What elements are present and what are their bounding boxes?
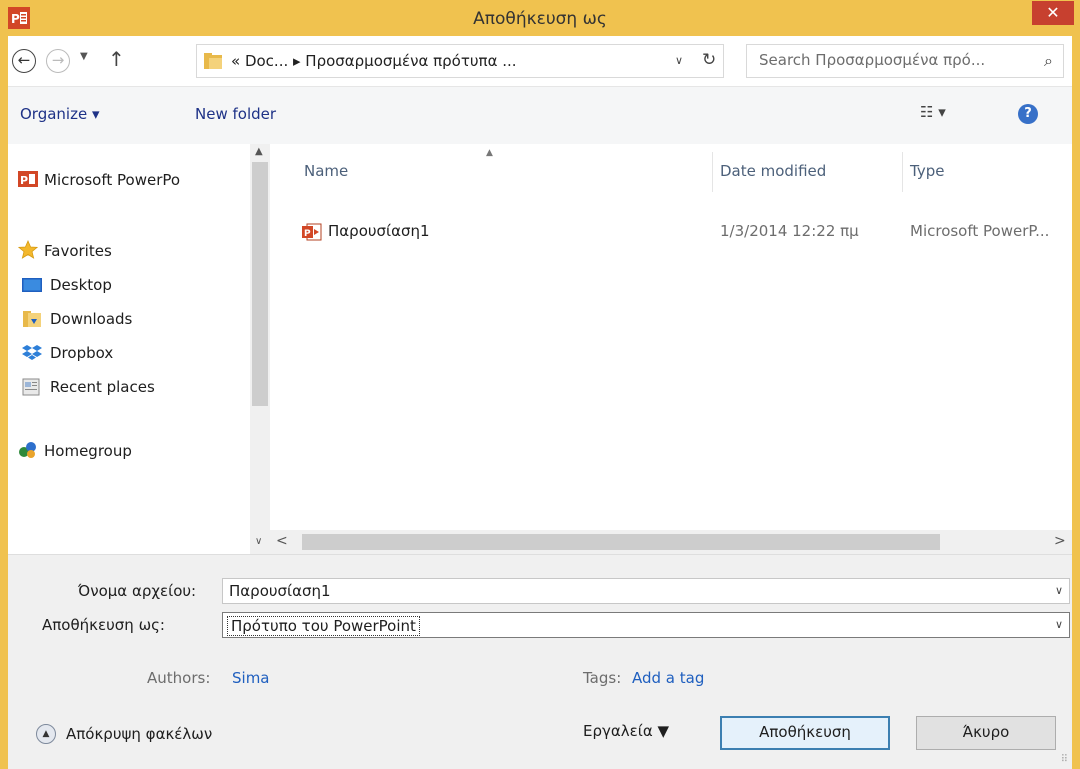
sidebar-item-powerpoint[interactable]: Microsoft PowerPo xyxy=(44,171,180,189)
save-as-type-label: Αποθήκευση ως: xyxy=(42,616,165,634)
scrollbar-thumb[interactable] xyxy=(302,534,940,550)
horizontal-scrollbar[interactable]: < > xyxy=(270,530,1072,554)
chevron-down-icon[interactable]: ∨ xyxy=(1055,584,1063,597)
hide-folders-label: Απόκρυψη φακέλων xyxy=(66,725,213,743)
column-header-type[interactable]: Type xyxy=(910,162,944,180)
help-icon[interactable]: ? xyxy=(1018,104,1038,124)
file-list: ▲ Name Date modified Type P Παρουσίαση1 … xyxy=(270,144,1072,554)
tools-button[interactable]: Εργαλεία ▼ xyxy=(583,722,669,740)
close-button[interactable]: ✕ xyxy=(1032,1,1074,25)
dialog-body: ← → ▼ ↑ « Doc... ▸ Προσαρμοσμένα πρότυπα… xyxy=(8,36,1072,769)
hide-folders-button[interactable]: ▲ Απόκρυψη φακέλων xyxy=(36,724,213,744)
file-date: 1/3/2014 12:22 πμ xyxy=(720,222,859,240)
filename-field[interactable]: ∨ xyxy=(222,578,1070,604)
save-button[interactable]: Αποθήκευση xyxy=(720,716,890,750)
change-view-icon[interactable]: ☷ ▾ xyxy=(920,103,946,121)
save-options-panel: Όνομα αρχείου: ∨ Αποθήκευση ως: Πρότυπο … xyxy=(8,554,1072,769)
homegroup-icon xyxy=(19,442,36,458)
tags-value[interactable]: Add a tag xyxy=(632,669,704,687)
navigation-scrollbar[interactable]: ▲ ∨ xyxy=(250,144,270,554)
recent-places-icon xyxy=(22,378,40,396)
breadcrumb[interactable]: « Doc... ▸ Προσαρμοσμένα πρότυπα ... ∨ ↻ xyxy=(196,44,724,78)
column-divider[interactable] xyxy=(902,152,903,192)
sidebar-item-desktop[interactable]: Desktop xyxy=(50,276,112,294)
command-bar: Organize ▾ New folder ☷ ▾ ? xyxy=(8,86,1072,144)
scroll-right-icon[interactable]: > xyxy=(1054,533,1066,549)
search-input[interactable] xyxy=(759,51,1029,69)
address-bar: ← → ▼ ↑ « Doc... ▸ Προσαρμοσμένα πρότυπα… xyxy=(8,36,1072,86)
breadcrumb-path[interactable]: « Doc... ▸ Προσαρμοσμένα πρότυπα ... xyxy=(231,52,517,70)
scroll-up-icon[interactable]: ▲ xyxy=(255,146,263,157)
dialog-title: Αποθήκευση ως xyxy=(473,9,607,29)
forward-arrow-icon[interactable]: → xyxy=(46,49,70,73)
sidebar-item-downloads[interactable]: Downloads xyxy=(50,310,132,328)
back-arrow-icon[interactable]: ← xyxy=(12,49,36,73)
sidebar-item-favorites[interactable]: Favorites xyxy=(44,242,112,260)
tags-label: Tags: xyxy=(583,669,622,687)
save-as-type-select[interactable]: Πρότυπο του PowerPoint ∨ xyxy=(222,612,1070,638)
powerpoint-file-icon: P xyxy=(302,223,322,241)
file-name[interactable]: Παρουσίαση1 xyxy=(328,222,430,240)
scroll-left-icon[interactable]: < xyxy=(276,533,288,549)
filename-label: Όνομα αρχείου: xyxy=(78,582,197,600)
scroll-down-icon[interactable]: ∨ xyxy=(255,536,262,547)
sidebar-item-homegroup[interactable]: Homegroup xyxy=(44,442,132,460)
cancel-button[interactable]: Άκυρο xyxy=(916,716,1056,750)
table-row[interactable]: P Παρουσίαση1 1/3/2014 12:22 πμ Microsof… xyxy=(270,214,1072,242)
powerpoint-app-icon: P xyxy=(18,171,38,187)
star-icon xyxy=(18,240,38,259)
new-folder-button[interactable]: New folder xyxy=(195,105,276,123)
chevron-down-icon[interactable]: ∨ xyxy=(675,54,683,67)
sort-ascending-icon: ▲ xyxy=(486,148,493,158)
authors-label: Authors: xyxy=(147,669,211,687)
up-arrow-icon[interactable]: ↑ xyxy=(108,47,125,71)
title-bar[interactable]: P Αποθήκευση ως ✕ xyxy=(0,0,1080,36)
column-header-date[interactable]: Date modified xyxy=(720,162,826,180)
resize-grip-icon[interactable]: ⠿ xyxy=(1061,754,1068,765)
organize-button[interactable]: Organize ▾ xyxy=(20,105,100,123)
file-type: Microsoft PowerP... xyxy=(910,222,1050,240)
collapse-icon: ▲ xyxy=(36,724,56,744)
dropbox-icon xyxy=(22,345,42,360)
authors-value[interactable]: Sima xyxy=(232,669,270,687)
save-as-type-value[interactable]: Πρότυπο του PowerPoint xyxy=(227,616,420,636)
svg-text:P: P xyxy=(20,174,28,187)
recent-locations-chevron-icon[interactable]: ▼ xyxy=(80,51,88,62)
search-icon[interactable]: ⌕ xyxy=(1044,51,1053,71)
filename-input[interactable] xyxy=(229,582,1029,600)
save-as-dialog: P Αποθήκευση ως ✕ ← → ▼ ↑ « Doc... ▸ Προ… xyxy=(0,0,1080,769)
svg-text:P: P xyxy=(304,229,311,239)
sidebar-item-recent-places[interactable]: Recent places xyxy=(50,378,155,396)
downloads-folder-icon xyxy=(23,311,41,327)
refresh-icon[interactable]: ↻ xyxy=(702,50,716,70)
scrollbar-thumb[interactable] xyxy=(252,162,268,406)
column-header-name[interactable]: Name xyxy=(304,162,348,180)
chevron-down-icon[interactable]: ∨ xyxy=(1055,618,1063,631)
desktop-icon xyxy=(22,278,42,292)
sidebar-item-dropbox[interactable]: Dropbox xyxy=(50,344,113,362)
column-divider[interactable] xyxy=(712,152,713,192)
search-box[interactable]: ⌕ xyxy=(746,44,1064,78)
folder-icon xyxy=(204,53,222,69)
navigation-pane: P Microsoft PowerPo Favorites Desktop Do… xyxy=(8,144,270,554)
